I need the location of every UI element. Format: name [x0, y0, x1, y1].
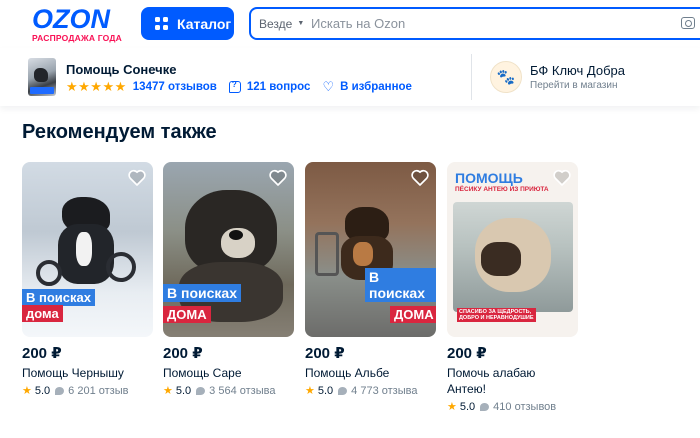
rating-value: 5.0 [34, 384, 51, 397]
product-price: 200 ₽ [447, 345, 487, 362]
product-image[interactable]: ПОМОЩЬ ПЁСИКУ АНТЕЮ ИЗ ПРИЮТА СПАСИБО ЗА… [447, 162, 578, 337]
dog-chest [353, 242, 373, 266]
wheel [36, 260, 62, 286]
go-to-store-link[interactable]: Перейти в магазин [530, 80, 618, 91]
product-card[interactable]: В поисках ДОМА 200 ₽ Помощь Альбе ★ 5.0 … [305, 162, 436, 397]
camera-icon[interactable] [681, 17, 695, 29]
search-scope-select[interactable]: Везде ▼ [251, 9, 307, 38]
favorites-label: В избранное [340, 81, 412, 93]
product-rating: ★ 5.0 410 отзывов [447, 400, 578, 414]
product-rating: ★ 5.0 4 773 отзыва [305, 384, 436, 398]
dog-chest [76, 232, 92, 266]
product-title[interactable]: Помощь Альбе [305, 365, 436, 381]
poster-title: ПОМОЩЬ [455, 170, 523, 186]
tag-home: ДОМА [163, 306, 211, 323]
poster-thanks-line-3: ДОБРО И НЕРАВНОДУШИЕ [459, 315, 534, 321]
heart-icon: ♡ [322, 79, 335, 94]
product-card[interactable]: ПОМОЩЬ ПЁСИКУ АНТЕЮ ИЗ ПРИЮТА СПАСИБО ЗА… [447, 162, 578, 413]
seller-thumbnail[interactable] [28, 58, 56, 96]
catalog-label: Каталог [177, 15, 232, 32]
tag-searching: В поисках [22, 289, 95, 306]
tag-home: дома [22, 305, 63, 322]
tag-home: ДОМА [390, 306, 436, 323]
star-icon: ★ [447, 401, 457, 413]
tag-searching: В поисках [365, 268, 436, 302]
poster-photo [453, 202, 573, 312]
reviews-count[interactable]: 410 отзывов [493, 401, 556, 413]
product-rating: ★ 5.0 3 564 отзыва [163, 384, 294, 398]
question-icon [228, 80, 241, 93]
search-scope-label: Везде [259, 16, 293, 31]
paw-icon: 🐾 [496, 69, 516, 86]
top-header: OZON РАСПРОДАЖА ГОДА Каталог Везде ▼ [0, 0, 700, 48]
rating-stars: ★★★★★ [66, 79, 127, 94]
reviews-bubble-icon [55, 386, 65, 395]
chevron-down-icon: ▼ [297, 20, 305, 27]
dog-muzzle [481, 242, 521, 276]
poster-subtitle: ПЁСИКУ АНТЕЮ ИЗ ПРИЮТА [455, 186, 549, 193]
product-card[interactable]: В поисках дома 200 ₽ Помощь Чернышу ★ 5.… [22, 162, 153, 397]
seller-name[interactable]: Помощь Сонечке [66, 62, 176, 77]
logo-subtitle: РАСПРОДАЖА ГОДА [32, 33, 122, 43]
favorite-heart-icon[interactable] [410, 167, 430, 187]
poster-thanks: СПАСИБО ЗА ЩЕДРОСТЬ, ДОБРО И НЕРАВНОДУШИ… [457, 308, 536, 322]
questions-link[interactable]: 121 вопрос [228, 80, 311, 93]
reviews-count[interactable]: 6 201 отзыв [68, 385, 128, 397]
fund-logo[interactable]: 🐾 [490, 61, 522, 93]
favorite-heart-icon[interactable] [127, 167, 147, 187]
reviews-count[interactable]: 4 773 отзыва [351, 385, 417, 397]
product-card[interactable]: В поисках ДОМА 200 ₽ Помощь Саре ★ 5.0 3… [163, 162, 294, 397]
reviews-count[interactable]: 3 564 отзыва [209, 385, 275, 397]
ozon-logo[interactable]: OZON РАСПРОДАЖА ГОДА [32, 4, 128, 44]
seller-bar: Помощь Сонечке ★★★★★ 13477 отзывов 121 в… [0, 48, 700, 106]
product-image[interactable]: В поисках ДОМА [305, 162, 436, 337]
tag-searching: В поисках [163, 284, 241, 302]
dog-nose [229, 230, 243, 240]
star-icon: ★ [22, 385, 32, 397]
add-to-favorites-link[interactable]: ♡ В избранное [322, 79, 412, 95]
reviews-bubble-icon [338, 386, 348, 395]
wheel [106, 252, 136, 282]
star-icon: ★ [163, 385, 173, 397]
star-icon: ★ [305, 385, 315, 397]
rating-value: 5.0 [459, 400, 476, 413]
search-input[interactable] [307, 9, 700, 38]
section-title: Рекомендуем также [22, 121, 217, 143]
logo-word: OZON [32, 4, 110, 34]
catalog-button[interactable]: Каталог [141, 7, 234, 40]
product-price: 200 ₽ [305, 345, 345, 362]
search-bar: Везде ▼ [249, 7, 700, 40]
product-image[interactable]: В поисках дома [22, 162, 153, 337]
favorite-heart-icon[interactable] [552, 167, 572, 187]
reviews-link[interactable]: 13477 отзывов [133, 81, 217, 93]
product-title[interactable]: Помощь Саре [163, 365, 294, 381]
rating-value: 5.0 [175, 384, 192, 397]
wheelchair-frame [315, 232, 339, 276]
fund-name[interactable]: БФ Ключ Добра [530, 63, 625, 78]
divider [471, 54, 472, 100]
reviews-bubble-icon [480, 402, 490, 411]
reviews-bubble-icon [196, 386, 206, 395]
seller-meta: ★★★★★ 13477 отзывов 121 вопрос ♡ В избра… [66, 79, 424, 95]
grid-icon [155, 17, 168, 30]
product-price: 200 ₽ [22, 345, 62, 362]
product-price: 200 ₽ [163, 345, 203, 362]
rating-value: 5.0 [317, 384, 334, 397]
product-image[interactable]: В поисках ДОМА [163, 162, 294, 337]
questions-label: 121 вопрос [246, 81, 311, 93]
product-rating: ★ 5.0 6 201 отзыв [22, 384, 153, 398]
product-title[interactable]: Помочь алабаю Антею! [447, 365, 542, 397]
favorite-heart-icon[interactable] [268, 167, 288, 187]
product-title[interactable]: Помощь Чернышу [22, 365, 153, 381]
